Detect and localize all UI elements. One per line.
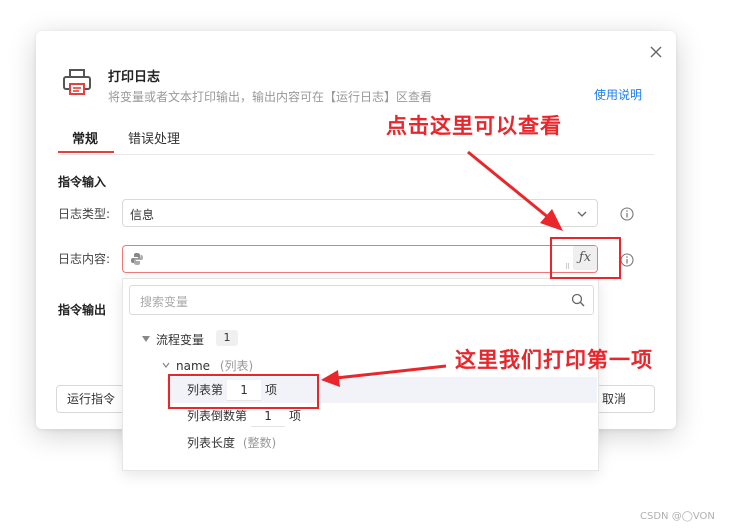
highlight-box-fx <box>550 237 621 279</box>
help-link[interactable]: 使用说明 <box>594 86 642 103</box>
variable-name-row[interactable]: name (列表) <box>176 357 253 374</box>
search-icon <box>571 293 585 307</box>
log-content-label: 日志内容: <box>58 252 111 266</box>
watermark: CSDN @◯VON <box>640 511 715 522</box>
chevron-down-icon[interactable] <box>162 361 170 369</box>
group-count-badge: 1 <box>216 330 238 346</box>
log-type-value: 信息 <box>130 208 155 222</box>
section-output-title: 指令输出 <box>58 303 107 317</box>
list-item-reverse-index[interactable]: 列表倒数第 1 项 <box>187 406 301 427</box>
cancel-button[interactable]: 取消 <box>591 385 655 413</box>
triangle-down-icon[interactable] <box>142 335 150 343</box>
run-command-button[interactable]: 运行指令 <box>56 385 127 413</box>
variable-search-input[interactable]: 搜索变量 <box>129 285 594 315</box>
screen: 打印日志 将变量或者文本打印输出，输出内容可在【运行日志】区查看 使用说明 常规… <box>0 0 735 529</box>
dialog-title: 打印日志 <box>108 70 161 85</box>
printer-icon <box>63 69 91 95</box>
log-type-label: 日志类型: <box>58 207 111 221</box>
list-item-suffix: 项 <box>289 409 302 423</box>
highlight-box-item <box>168 374 319 409</box>
log-content-input[interactable] <box>122 245 598 273</box>
list-item-prefix: 列表长度 <box>187 436 236 450</box>
reverse-index-input[interactable]: 1 <box>251 406 286 427</box>
list-item-length[interactable]: 列表长度 (整数) <box>187 434 276 451</box>
annotation-top: 点击这里可以查看 <box>386 114 562 138</box>
search-placeholder: 搜索变量 <box>140 295 189 309</box>
variable-name: name <box>176 359 211 373</box>
tab-bar: 常规 错误处理 <box>58 124 654 155</box>
tab-general[interactable]: 常规 <box>72 128 98 147</box>
tab-error-handling[interactable]: 错误处理 <box>128 128 180 147</box>
log-type-select[interactable]: 信息 <box>122 199 598 227</box>
section-input-title: 指令输入 <box>58 175 107 189</box>
dialog-subtitle: 将变量或者文本打印输出，输出内容可在【运行日志】区查看 <box>108 90 433 104</box>
close-icon[interactable] <box>648 44 664 60</box>
annotation-middle: 这里我们打印第一项 <box>455 348 653 372</box>
chevron-down-icon <box>577 211 587 217</box>
python-icon <box>131 253 143 265</box>
list-item-prefix: 列表倒数第 <box>187 409 248 423</box>
group-flow-variables[interactable]: 流程变量 <box>156 331 204 348</box>
active-tab-indicator <box>58 151 114 153</box>
list-item-type: (整数) <box>242 436 277 450</box>
variable-type: (列表) <box>219 359 254 373</box>
info-icon[interactable] <box>620 207 634 221</box>
info-icon[interactable] <box>620 253 634 267</box>
